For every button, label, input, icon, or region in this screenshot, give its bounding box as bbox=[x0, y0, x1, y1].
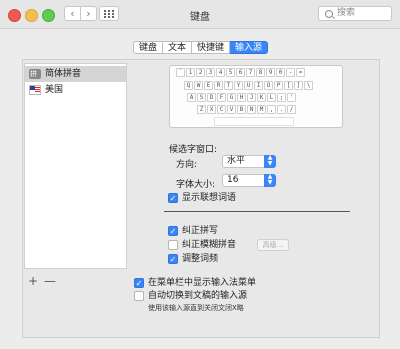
fuzzy-pinyin-checkbox[interactable] bbox=[168, 240, 178, 250]
us-flag-icon bbox=[29, 85, 41, 95]
keyboard-key: Y bbox=[234, 81, 243, 90]
keyboard-key: ` bbox=[176, 68, 185, 77]
show-predictive-label: 显示联想词语 bbox=[182, 193, 237, 203]
keyboard-key: 6 bbox=[236, 68, 245, 77]
divider bbox=[164, 211, 350, 212]
keyboard-key: [ bbox=[284, 81, 293, 90]
keyboard-row: Z X C V B N M,. / bbox=[197, 105, 297, 115]
keyboard-key: , bbox=[267, 105, 276, 114]
keyboard-key: W bbox=[194, 81, 203, 90]
font-size-value: 16 bbox=[227, 175, 239, 185]
remove-input-source-button[interactable]: — bbox=[44, 275, 56, 287]
tab-keyboard[interactable]: 键盘 bbox=[133, 41, 164, 54]
keyboard-layout-preview: ` 1 2 3 4 5 6 7 8 9 0- = Q W E R T Y U I O P[] \ A S D F G H J K L; ' Z X C… bbox=[169, 65, 343, 128]
direction-select[interactable]: 水平 ▲ ▼ bbox=[222, 155, 276, 168]
direction-value: 水平 bbox=[227, 156, 246, 166]
keyboard-key: C bbox=[217, 105, 226, 114]
keyboard-key: N bbox=[247, 105, 256, 114]
keyboard-key: P bbox=[274, 81, 283, 90]
input-source-label: 美国 bbox=[45, 85, 64, 95]
keyboard-key: 5 bbox=[226, 68, 235, 77]
font-size-select[interactable]: 16 ▲ ▼ bbox=[222, 174, 276, 187]
input-source-list[interactable]: 简体拼音 美国 bbox=[24, 63, 127, 269]
keyboard-key: R bbox=[214, 81, 223, 90]
keyboard-key: S bbox=[197, 93, 206, 102]
keyboard-key: Q bbox=[184, 81, 193, 90]
keyboard-key: 8 bbox=[256, 68, 265, 77]
candidate-window-heading: 候选字窗口: bbox=[169, 145, 218, 155]
keyboard-key: X bbox=[207, 105, 216, 114]
keyboard-row bbox=[214, 117, 295, 127]
keyboard-key: 0 bbox=[276, 68, 285, 77]
keyboard-key: K bbox=[257, 93, 266, 102]
keyboard-key: ; bbox=[277, 93, 286, 102]
show-predictive-checkbox[interactable]: ✓ bbox=[168, 193, 178, 203]
keyboard-key: L bbox=[267, 93, 276, 102]
preference-tabs: 键盘 文本 快捷键 输入源 bbox=[133, 41, 269, 54]
keyboard-key: A bbox=[187, 93, 196, 102]
keyboard-key: - bbox=[286, 68, 295, 77]
keyboard-key: G bbox=[227, 93, 236, 102]
keyboard-key: ] bbox=[294, 81, 303, 90]
keyboard-key: H bbox=[237, 93, 246, 102]
keyboard-key: E bbox=[204, 81, 213, 90]
keyboard-row: ` 1 2 3 4 5 6 7 8 9 0- = bbox=[176, 68, 306, 78]
keyboard-row: A S D F G H J K L; ' bbox=[187, 93, 297, 103]
keyboard-key: D bbox=[207, 93, 216, 102]
tab-shortcuts[interactable]: 快捷键 bbox=[192, 41, 231, 54]
keyboard-key: ' bbox=[287, 93, 296, 102]
input-source-simplified-pinyin[interactable]: 简体拼音 bbox=[25, 66, 126, 82]
show-in-menubar-checkbox[interactable]: ✓ bbox=[134, 278, 144, 288]
auto-switch-checkbox[interactable] bbox=[134, 291, 144, 301]
search-input[interactable]: 搜索 bbox=[318, 6, 392, 21]
keyboard-key: M bbox=[257, 105, 266, 114]
direction-label: 方向: bbox=[176, 160, 198, 170]
fuzzy-pinyin-label: 纠正模糊拼音 bbox=[182, 240, 237, 250]
search-icon bbox=[325, 10, 333, 18]
input-source-us[interactable]: 美国 bbox=[25, 82, 126, 98]
chevron-updown-icon: ▲ ▼ bbox=[264, 174, 276, 187]
show-in-menubar-label: 在菜单栏中显示输入法菜单 bbox=[148, 278, 257, 288]
keyboard-key: 2 bbox=[196, 68, 205, 77]
adjust-frequency-label: 调整词频 bbox=[182, 254, 219, 264]
keyboard-key: Z bbox=[197, 105, 206, 114]
keyboard-key: V bbox=[227, 105, 236, 114]
keyboard-key: O bbox=[264, 81, 273, 90]
keyboard-key: 9 bbox=[266, 68, 275, 77]
keyboard-key: 1 bbox=[186, 68, 195, 77]
input-source-label: 简体拼音 bbox=[45, 69, 82, 79]
pinyin-icon bbox=[29, 66, 41, 82]
advanced-button[interactable]: 高级... bbox=[257, 239, 289, 251]
adjust-frequency-checkbox[interactable]: ✓ bbox=[168, 254, 178, 264]
spell-correct-checkbox[interactable]: ✓ bbox=[168, 226, 178, 236]
font-size-label: 字体大小: bbox=[176, 180, 216, 190]
tab-input-sources[interactable]: 输入源 bbox=[230, 41, 269, 54]
add-input-source-button[interactable]: + bbox=[27, 275, 39, 287]
keyboard-key: \ bbox=[304, 81, 313, 90]
keyboard-key: T bbox=[224, 81, 233, 90]
keyboard-key: U bbox=[244, 81, 253, 90]
search-placeholder: 搜索 bbox=[337, 8, 356, 18]
keyboard-key: B bbox=[237, 105, 246, 114]
auto-switch-note: 使用该输入源直到关闭文闭X略 bbox=[148, 304, 244, 312]
keyboard-row: Q W E R T Y U I O P[] \ bbox=[184, 81, 314, 91]
keyboard-key: . bbox=[277, 105, 286, 114]
tab-text[interactable]: 文本 bbox=[163, 41, 193, 54]
keyboard-key: F bbox=[217, 93, 226, 102]
keyboard-spacebar bbox=[214, 117, 294, 126]
chevron-updown-icon: ▲ ▼ bbox=[264, 155, 276, 168]
keyboard-key: 7 bbox=[246, 68, 255, 77]
auto-switch-label: 自动切换到文稿的输入源 bbox=[148, 291, 248, 301]
spell-correct-label: 纠正拼写 bbox=[182, 226, 219, 236]
keyboard-key: / bbox=[287, 105, 296, 114]
keyboard-key: 3 bbox=[206, 68, 215, 77]
keyboard-key: I bbox=[254, 81, 263, 90]
keyboard-key: 4 bbox=[216, 68, 225, 77]
keyboard-key: = bbox=[296, 68, 305, 77]
keyboard-key: J bbox=[247, 93, 256, 102]
